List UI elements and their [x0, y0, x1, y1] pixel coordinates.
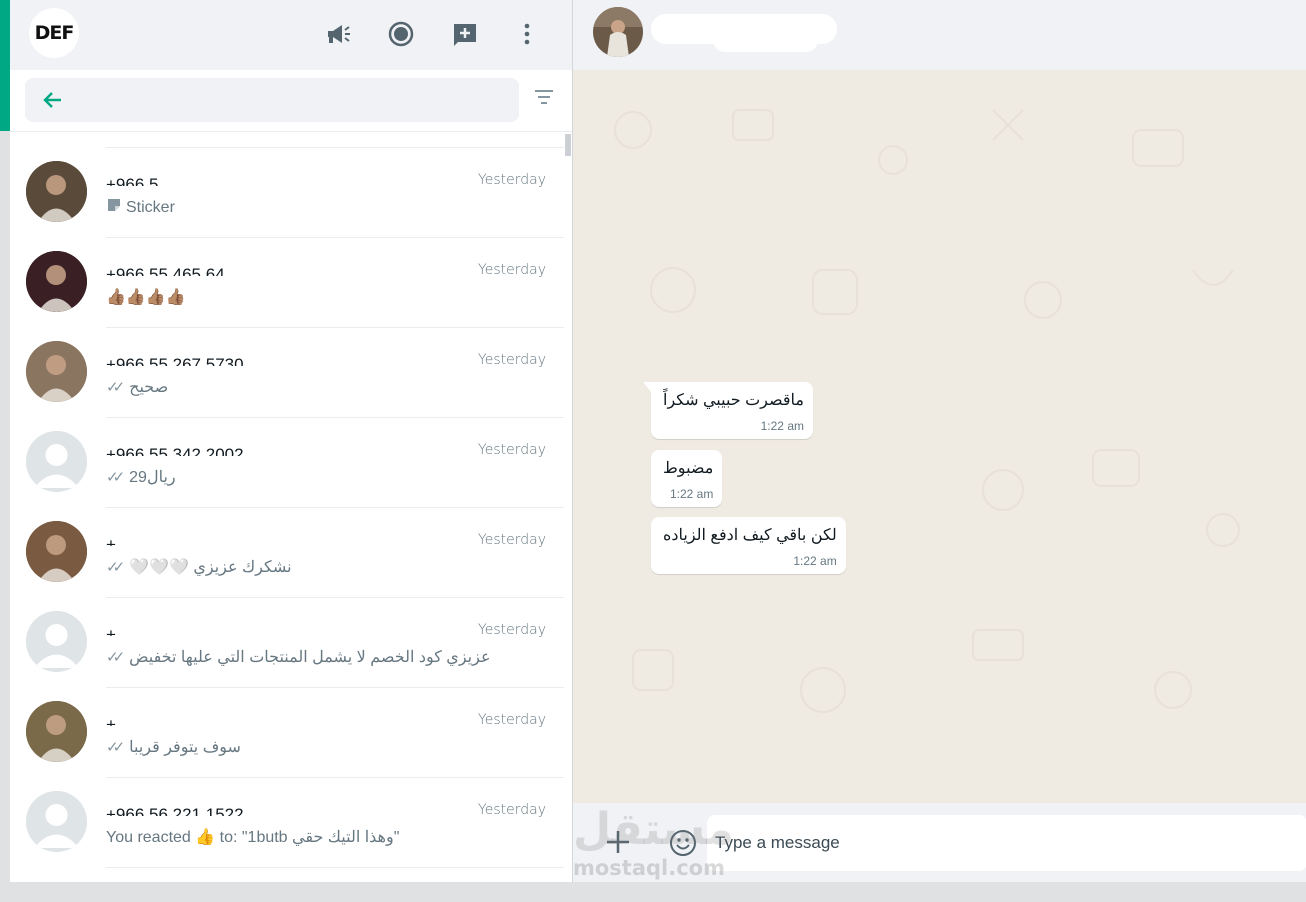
chat-preview-text: 👍🏽👍🏽👍🏽👍🏽: [106, 289, 186, 306]
message-time: 1:22 am: [793, 554, 837, 568]
default-avatar-icon: [26, 611, 87, 672]
chat-preview-text: Sticker: [126, 198, 175, 216]
chat-item-body: + Yesterday ✓✓ 🤍🤍🤍 نشكرك عزيزي: [106, 508, 564, 598]
conversation-header: [573, 0, 1306, 70]
message-time: 1:22 am: [760, 419, 804, 433]
conversation-panel: ماقصرت حبيبي شكراً 1:22 am مضبوط 1:22 am لكن…: [573, 0, 1306, 882]
search-row: [10, 70, 572, 132]
chat-preview: ✓✓ 29ريال: [106, 467, 534, 487]
chat-list-item[interactable]: + Yesterday ✓✓ 🤍🤍🤍 نشكرك عزيزي: [10, 508, 572, 598]
read-ticks-icon: ✓✓: [106, 559, 125, 576]
megaphone-icon[interactable]: [323, 18, 355, 50]
bottom-bar: [0, 882, 1306, 902]
contact-name-redacted: [713, 28, 818, 52]
chat-preview-text: 29ريال: [129, 469, 176, 486]
default-avatar-icon: [26, 431, 87, 492]
accent-strip: [0, 0, 10, 131]
message-text: لكن باقي كيف ادفع الزياده: [663, 527, 837, 544]
chat-name: +: [106, 625, 116, 636]
chat-list-item[interactable]: +966 56 221 1522 Yesterday You reacted 👍 t…: [10, 778, 572, 868]
contact-photo: [26, 161, 87, 222]
contact-photo: [26, 521, 87, 582]
contact-photo: [26, 251, 87, 312]
contact-avatar[interactable]: [593, 7, 643, 57]
emoji-icon[interactable]: [669, 829, 697, 857]
search-input[interactable]: [85, 78, 509, 124]
chat-preview: ✓✓ صحيح: [106, 377, 534, 397]
chat-name: +966 55 342 2002: [106, 445, 244, 456]
status-icon[interactable]: [385, 18, 417, 50]
read-ticks-icon: ✓✓: [106, 649, 125, 666]
chat-item-body: +966 5 Yesterday Sticker: [106, 148, 564, 238]
message-input[interactable]: [707, 815, 1306, 871]
chat-time: Yesterday: [478, 352, 546, 368]
chat-list-item[interactable]: +966 55 342 2002 Yesterday ✓✓ 29ريال: [10, 418, 572, 508]
chat-time: Yesterday: [478, 712, 546, 728]
attach-plus-icon[interactable]: [605, 829, 631, 855]
chat-name: +: [106, 535, 116, 546]
chat-preview: ✓✓ 🤍🤍🤍 نشكرك عزيزي: [106, 557, 534, 577]
bubble-tail: [643, 382, 651, 392]
menu-icon[interactable]: [511, 18, 543, 50]
chat-preview: Sticker: [106, 197, 534, 218]
filter-icon[interactable]: [533, 88, 557, 112]
read-ticks-icon: ✓✓: [106, 379, 125, 396]
chat-time: Yesterday: [478, 532, 546, 548]
search-box: [25, 78, 519, 124]
read-ticks-icon: ✓✓: [106, 469, 125, 486]
message-text: ماقصرت حبيبي شكراً: [663, 392, 804, 409]
new-chat-icon[interactable]: [449, 18, 481, 50]
chat-time: Yesterday: [478, 172, 546, 188]
chat-name: +966 56 221 1522: [106, 805, 244, 816]
chat-time: Yesterday: [478, 262, 546, 278]
chat-time: Yesterday: [478, 622, 546, 638]
chat-item-body: +966 55 267 5730 Yesterday ✓✓ صحيح: [106, 328, 564, 418]
incoming-message[interactable]: ماقصرت حبيبي شكراً 1:22 am: [643, 382, 813, 439]
back-arrow-icon[interactable]: [41, 88, 65, 112]
chat-preview: 👍🏽👍🏽👍🏽👍🏽: [106, 287, 534, 307]
sticker-icon: [106, 197, 122, 218]
left-header: DEF: [10, 0, 572, 70]
message-time: 1:22 am: [669, 487, 714, 501]
chat-list-item[interactable]: +966 5 Yesterday Sticker: [10, 148, 572, 238]
chat-list-item[interactable]: + Yesterday ✓✓ سوف يتوفر قريبا: [10, 688, 572, 778]
chat-preview-text: سوف يتوفر قريبا: [129, 739, 241, 756]
chat-preview-text: صحيح: [129, 379, 169, 396]
chat-list: +966 5 Yesterday Sticker +966 55 465 64 Yest…: [10, 148, 572, 868]
chat-list-item[interactable]: +966 55 465 64 Yesterday 👍🏽👍🏽👍🏽👍🏽: [10, 238, 572, 328]
message-area: ماقصرت حبيبي شكراً 1:22 am مضبوط 1:22 am لكن…: [573, 70, 1306, 803]
chat-time: Yesterday: [478, 442, 546, 458]
chat-name: +966 55 267 5730: [106, 355, 244, 366]
chat-item-body: +966 55 465 64 Yesterday 👍🏽👍🏽👍🏽👍🏽: [106, 238, 564, 328]
chat-preview: You reacted 👍 to: "1butb وهذا التيك حقي": [106, 827, 534, 847]
chat-item-body: +966 56 221 1522 Yesterday You reacted 👍 t…: [106, 778, 564, 868]
chat-name: +966 55 465 64: [106, 265, 225, 276]
contact-photo: [26, 701, 87, 762]
read-ticks-icon: ✓✓: [106, 739, 125, 756]
chat-item-body: + Yesterday ✓✓ عزيزي كود الخصم لا يشمل المن…: [106, 598, 564, 688]
composer-bar: [573, 803, 1306, 882]
chat-preview-text: عزيزي كود الخصم لا يشمل المنتجات التي عل…: [129, 649, 491, 666]
chat-list-panel: DEF +966 5 Yesterday Sticker +966 55 465 64…: [10, 0, 573, 882]
incoming-message[interactable]: مضبوط 1:22 am: [651, 450, 723, 507]
chat-preview-text: You reacted 👍 to: "1butb وهذا التيك حقي": [106, 829, 400, 846]
message-text: مضبوط: [663, 460, 714, 477]
chat-item-body: + Yesterday ✓✓ سوف يتوفر قريبا: [106, 688, 564, 778]
chat-item-body: +966 55 342 2002 Yesterday ✓✓ 29ريال: [106, 418, 564, 508]
default-avatar-icon: [26, 791, 87, 852]
chat-name: +: [106, 715, 116, 726]
profile-logo[interactable]: DEF: [29, 8, 79, 58]
chat-list-item[interactable]: +966 55 267 5730 Yesterday ✓✓ صحيح: [10, 328, 572, 418]
chat-time: Yesterday: [478, 802, 546, 818]
chat-preview: ✓✓ سوف يتوفر قريبا: [106, 737, 534, 757]
chat-name: +966 5: [106, 175, 159, 186]
incoming-message[interactable]: لكن باقي كيف ادفع الزياده 1:22 am: [651, 517, 846, 574]
chat-preview-text: 🤍🤍🤍 نشكرك عزيزي: [129, 559, 292, 576]
chat-list-item[interactable]: + Yesterday ✓✓ عزيزي كود الخصم لا يشمل المن…: [10, 598, 572, 688]
contact-photo: [26, 341, 87, 402]
chat-preview: ✓✓ عزيزي كود الخصم لا يشمل المنتجات التي …: [106, 647, 534, 667]
